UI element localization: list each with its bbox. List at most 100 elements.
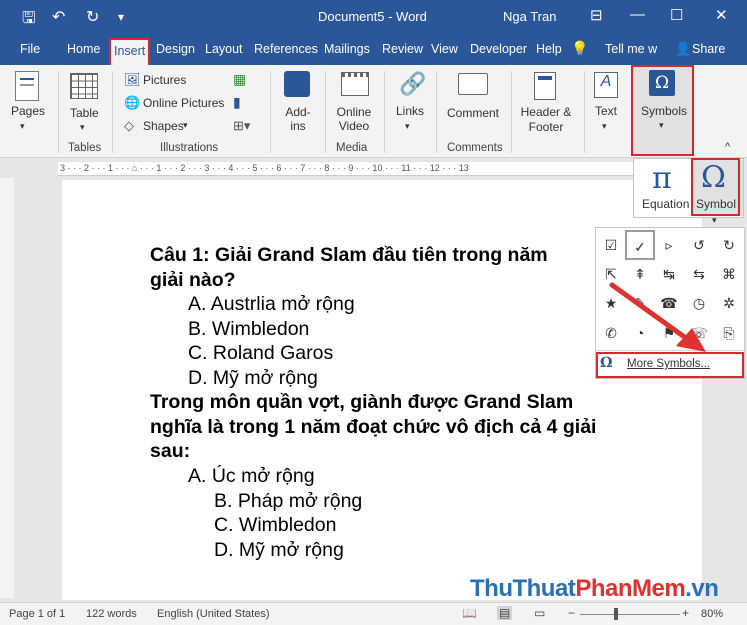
- tab-home[interactable]: Home: [67, 42, 100, 56]
- tab-references[interactable]: References: [254, 42, 318, 56]
- customize-toolbar-icon[interactable]: ▾: [118, 10, 124, 24]
- comment-button[interactable]: Comment: [447, 106, 499, 120]
- tab-developer[interactable]: Developer: [470, 42, 527, 56]
- symbol-cell[interactable]: ⎘: [714, 318, 744, 348]
- save-icon[interactable]: 🖫: [22, 7, 36, 34]
- collapse-ribbon-icon[interactable]: ^: [725, 141, 730, 153]
- answer-1b: B. Wimbledon: [188, 318, 310, 340]
- zoom-slider[interactable]: [580, 614, 680, 615]
- symbol-cell[interactable]: ✆: [596, 318, 626, 348]
- text-box-icon: A: [594, 72, 618, 98]
- symbol-cell[interactable]: ✎: [625, 288, 655, 318]
- text-button[interactable]: Text: [595, 104, 617, 118]
- comment-icon: [458, 73, 488, 95]
- tab-design[interactable]: Design: [156, 42, 195, 56]
- page-count[interactable]: Page 1 of 1: [9, 608, 65, 620]
- tab-view[interactable]: View: [431, 42, 458, 56]
- symbol-cell[interactable]: ◷: [684, 288, 714, 318]
- tab-review[interactable]: Review: [382, 42, 423, 56]
- symbol-cell[interactable]: ☑: [596, 230, 626, 260]
- symbol-highlight: [691, 158, 740, 216]
- table-button[interactable]: Table: [70, 106, 99, 120]
- divider: [596, 350, 744, 351]
- tell-me-search[interactable]: Tell me w: [605, 42, 657, 56]
- user-name[interactable]: Nga Tran: [503, 9, 556, 24]
- answer-1a: A. Austrlia mở rộng: [188, 293, 355, 315]
- zoom-out-icon[interactable]: −: [568, 606, 575, 620]
- symbol-cell[interactable]: ✲: [714, 288, 744, 318]
- undo-icon[interactable]: ↶: [52, 7, 65, 27]
- vertical-ruler[interactable]: [0, 178, 14, 598]
- online-pictures-icon: 🌐: [124, 95, 141, 110]
- addins-icon: [284, 71, 310, 97]
- divider: [112, 71, 113, 153]
- watermark-part2: PhanMem: [575, 575, 686, 602]
- symbol-cell[interactable]: ▹: [654, 230, 684, 260]
- pictures-button[interactable]: Pictures: [143, 73, 186, 87]
- links-button[interactable]: Links: [396, 104, 424, 118]
- symbol-cell[interactable]: ★: [596, 288, 626, 318]
- title-bar: 🖫 ↶ ↻ ▾ Document5 - Word Nga Tran ⊟ — ☐ …: [0, 0, 747, 34]
- shapes-icon: ◇: [124, 118, 134, 133]
- pages-button[interactable]: Pages: [11, 104, 45, 118]
- symbol-cell[interactable]: ☏: [684, 318, 714, 348]
- answer-2b: B. Pháp mở rộng: [214, 490, 363, 512]
- chevron-down-icon: ▾: [405, 121, 410, 131]
- divider: [511, 71, 512, 153]
- addins-button[interactable]: Add-ins: [284, 105, 312, 133]
- header-footer-button[interactable]: Header & Footer: [519, 105, 573, 135]
- ribbon-options-icon[interactable]: ⊟: [590, 6, 603, 24]
- close-icon[interactable]: ✕: [715, 6, 728, 24]
- tab-help[interactable]: Help: [536, 42, 562, 56]
- language-status[interactable]: English (United States): [157, 608, 270, 620]
- group-media: Media: [336, 142, 368, 154]
- divider: [436, 71, 437, 153]
- symbol-cell[interactable]: ↺: [684, 230, 714, 260]
- shapes-button[interactable]: Shapes: [143, 119, 184, 133]
- symbol-cell[interactable]: ✓: [625, 230, 655, 260]
- pictures-icon: 🖼: [124, 72, 141, 87]
- zoom-slider-thumb[interactable]: [614, 608, 618, 620]
- word-count[interactable]: 122 words: [86, 608, 137, 620]
- redo-icon[interactable]: ↻: [86, 7, 99, 27]
- symbol-cell[interactable]: ⇱: [596, 259, 626, 289]
- icons-icon[interactable]: ▦: [233, 71, 246, 88]
- watermark-part3: .vn: [685, 575, 719, 602]
- pi-icon: π: [652, 161, 672, 196]
- pages-icon: [15, 71, 39, 101]
- minimize-icon[interactable]: —: [630, 6, 645, 23]
- links-icon: 🔗: [399, 71, 427, 96]
- horizontal-ruler[interactable]: 3 · · · 2 · · · 1 · · · ⌂ · · · 1 · · · …: [58, 162, 638, 176]
- symbol-cell[interactable]: ↻: [714, 230, 744, 260]
- group-comments: Comments: [447, 142, 503, 154]
- answer-2d: D. Mỹ mở rộng: [214, 539, 344, 561]
- equation-button[interactable]: Equation: [642, 197, 689, 211]
- screenshot-icon[interactable]: ⊞▾: [233, 118, 250, 134]
- chart-icon[interactable]: ▮: [233, 94, 241, 111]
- read-mode-icon[interactable]: 📖: [462, 606, 477, 620]
- symbol-cell[interactable]: ⌘: [714, 259, 744, 289]
- tab-file[interactable]: File: [20, 42, 40, 56]
- print-layout-icon[interactable]: ▤: [497, 606, 513, 620]
- online-video-button[interactable]: Online Video: [334, 105, 374, 133]
- tab-mailings[interactable]: Mailings: [324, 42, 370, 56]
- symbol-cell[interactable]: ⚑: [654, 318, 684, 348]
- zoom-in-icon[interactable]: +: [682, 606, 689, 620]
- online-pictures-button[interactable]: Online Pictures: [143, 96, 224, 110]
- symbol-cell[interactable]: ⇆: [684, 259, 714, 289]
- web-layout-icon[interactable]: ▭: [534, 606, 545, 620]
- symbol-cell[interactable]: ◔: [625, 318, 655, 348]
- zoom-level[interactable]: 80%: [701, 608, 723, 620]
- symbol-cell[interactable]: ⇞: [625, 259, 655, 289]
- tab-layout[interactable]: Layout: [205, 42, 243, 56]
- group-tables: Tables: [68, 142, 102, 154]
- divider: [325, 71, 326, 153]
- tab-insert[interactable]: Insert: [109, 38, 151, 65]
- symbols-highlight: [631, 65, 694, 156]
- chevron-down-icon: ▾: [602, 121, 607, 131]
- share-button[interactable]: Share: [692, 42, 725, 56]
- symbol-cell[interactable]: ☎: [654, 288, 684, 318]
- maximize-icon[interactable]: ☐: [670, 6, 683, 24]
- symbol-cell[interactable]: ↹: [654, 259, 684, 289]
- question-2-line-1: Trong môn quần vợt, giành được Grand Sla…: [150, 391, 574, 413]
